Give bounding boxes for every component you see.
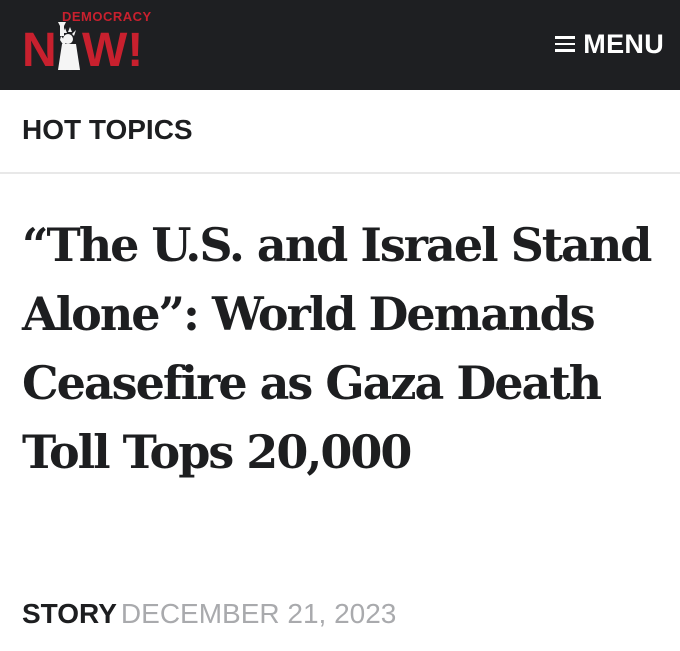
statue-of-liberty-icon <box>58 22 80 70</box>
logo-top-text: DEMOCRACY <box>62 9 152 24</box>
menu-label: MENU <box>583 29 664 59</box>
article-date: DECEMBER 21, 2023 <box>120 598 397 629</box>
menu-button[interactable]: MENU <box>555 26 664 62</box>
article-meta: STORY DECEMBER 21, 2023 <box>22 594 396 634</box>
logo-letters-w: W! <box>82 24 143 70</box>
logo-letter-n: N <box>22 24 57 70</box>
page: N W! DEMOCRACY MENU HOT TOPICS “The U.S.… <box>0 0 680 651</box>
site-header: N W! DEMOCRACY MENU <box>0 0 680 90</box>
divider <box>0 172 680 174</box>
hot-topics-link[interactable]: HOT TOPICS <box>22 110 193 150</box>
democracy-now-logo[interactable]: N W! DEMOCRACY <box>22 6 157 70</box>
hamburger-icon <box>555 34 576 54</box>
logo-mark: N W! <box>22 22 143 70</box>
content-type-label: STORY <box>22 598 117 629</box>
article-headline: “The U.S. and Israel Stand Alone”: World… <box>22 218 652 479</box>
